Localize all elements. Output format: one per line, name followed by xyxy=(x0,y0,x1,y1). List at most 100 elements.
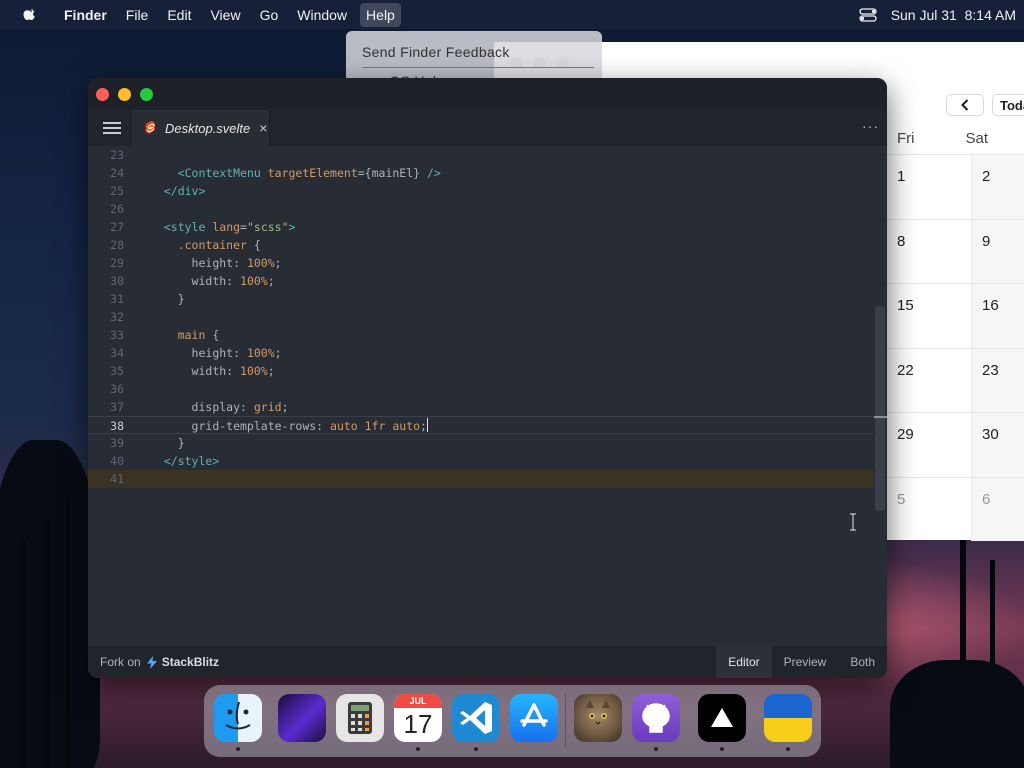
vscode-icon[interactable] xyxy=(452,694,500,742)
code-line[interactable]: 37 display: grid; xyxy=(88,398,874,416)
menu-bar-clock[interactable]: Sun Jul 31 8:14 AM xyxy=(891,7,1016,23)
code-line[interactable]: 32 xyxy=(88,308,874,326)
code-token: </div> xyxy=(163,184,206,198)
code-line[interactable]: 35 width: 100%; xyxy=(88,362,874,380)
code-token: .container xyxy=(177,238,247,252)
tab-close-icon[interactable]: × xyxy=(259,120,267,136)
running-indicator xyxy=(654,747,658,751)
code-token: : xyxy=(226,274,241,288)
calculator-icon[interactable] xyxy=(336,694,384,742)
calendar-app-month: JUL xyxy=(394,694,442,708)
calendar-day[interactable]: 1 xyxy=(887,155,972,219)
more-options-icon[interactable]: ··· xyxy=(862,118,879,134)
code-token: grid xyxy=(253,400,282,414)
stackblitz-link[interactable]: StackBlitz xyxy=(162,655,219,669)
zoom-button[interactable] xyxy=(140,88,153,101)
scrollbar-thumb[interactable] xyxy=(875,306,885,511)
calendar-app-day: 17 xyxy=(403,709,433,739)
code-line[interactable]: 27 <style lang="scss"> xyxy=(88,218,874,236)
line-number: 41 xyxy=(110,472,124,486)
tab-preview[interactable]: Preview xyxy=(772,646,839,678)
menu-window[interactable]: Window xyxy=(297,7,347,23)
calendar-day[interactable]: 29 xyxy=(887,413,972,477)
code-line[interactable]: 29 height: 100%; xyxy=(88,254,874,272)
window-controls xyxy=(96,88,153,101)
close-button[interactable] xyxy=(96,88,109,101)
code-line[interactable]: 33 main { xyxy=(88,326,874,344)
menu-help[interactable]: Help xyxy=(360,2,401,27)
code-editor[interactable]: 41 40 </style> 39 } 38 grid-template-rows: … xyxy=(88,146,887,646)
control-center-icon[interactable] xyxy=(859,7,877,22)
github-desktop-icon[interactable] xyxy=(632,694,680,742)
tab-desktop-svelte[interactable]: Desktop.svelte × xyxy=(132,110,270,146)
minimize-button[interactable] xyxy=(118,88,131,101)
launchpad-icon[interactable] xyxy=(278,694,326,742)
view-mode-tabs: Editor Preview Both xyxy=(716,646,887,678)
cat-photo-icon[interactable] xyxy=(574,694,622,742)
tab-editor[interactable]: Editor xyxy=(716,646,772,678)
code-line[interactable]: 23 xyxy=(88,146,874,164)
menu-edit[interactable]: Edit xyxy=(167,7,191,23)
menu-app-finder[interactable]: Finder xyxy=(64,7,107,23)
code-token: auto 1fr auto xyxy=(330,419,421,433)
svelte-icon xyxy=(145,121,156,134)
calendar-day[interactable]: 9 xyxy=(972,219,1024,283)
menu-separator xyxy=(362,67,594,68)
menu-view[interactable]: View xyxy=(210,7,240,23)
code-line[interactable]: 36 xyxy=(88,380,874,398)
ukraine-flag-icon[interactable] xyxy=(764,694,812,742)
calendar-prev-button[interactable] xyxy=(946,94,984,116)
calendar-day[interactable]: 8 xyxy=(887,219,972,283)
calendar-day[interactable]: 15 xyxy=(887,284,972,348)
calendar-day[interactable]: 2 xyxy=(972,155,1024,219)
text-caret xyxy=(426,418,428,432)
calendar-day[interactable]: 22 xyxy=(887,348,972,412)
app-store-icon[interactable] xyxy=(510,694,558,742)
menu-go[interactable]: Go xyxy=(260,7,279,23)
code-line[interactable]: 39 } xyxy=(88,434,874,452)
fork-label[interactable]: Fork on xyxy=(100,655,141,669)
calendar-today-button[interactable]: Toda xyxy=(992,94,1024,116)
menu-file[interactable]: File xyxy=(126,7,149,23)
wallpaper-trunk xyxy=(45,520,50,768)
code-line[interactable]: 28 .container { xyxy=(88,236,874,254)
calendar-app-icon[interactable]: JUL 17 xyxy=(394,694,442,742)
code-line[interactable]: 38 grid-template-rows: auto 1fr auto; xyxy=(88,416,874,434)
line-number: 24 xyxy=(110,166,124,180)
code-line[interactable]: 34 height: 100%; xyxy=(88,344,874,362)
vscode-logo-icon xyxy=(460,702,492,734)
lightning-bolt-icon xyxy=(146,655,157,669)
tab-both[interactable]: Both xyxy=(838,646,887,678)
code-token: ; xyxy=(281,400,289,414)
vercel-icon[interactable] xyxy=(698,694,746,742)
calendar-day[interactable]: 6 xyxy=(972,477,1024,541)
apple-icon[interactable] xyxy=(20,7,40,23)
calendar-day[interactable]: 5 xyxy=(887,477,972,541)
code-line[interactable]: 25 </div> xyxy=(88,182,874,200)
dock-separator xyxy=(565,693,566,747)
code-token: } xyxy=(150,436,185,450)
hamburger-menu-icon[interactable] xyxy=(103,121,121,135)
code-line[interactable]: 24 <ContextMenu targetElement={mainEl} /… xyxy=(88,164,874,182)
line-number: 27 xyxy=(110,220,124,234)
code-token: ; xyxy=(420,419,427,433)
menu-item-send-feedback[interactable]: Send Finder Feedback xyxy=(346,43,602,65)
line-number: 31 xyxy=(110,292,124,306)
code-line[interactable]: 26 xyxy=(88,200,874,218)
line-number: 35 xyxy=(110,364,124,378)
code-line[interactable]: 40 </style> xyxy=(88,452,874,470)
code-line[interactable]: 30 width: 100%; xyxy=(88,272,874,290)
calendar-day[interactable]: 30 xyxy=(972,413,1024,477)
calendar-day[interactable]: 23 xyxy=(972,348,1024,412)
code-line[interactable]: 41 xyxy=(88,470,874,488)
code-line[interactable]: 31 } xyxy=(88,290,874,308)
code-token: ; xyxy=(267,364,275,378)
finder-icon[interactable] xyxy=(214,694,262,742)
calendar-day[interactable]: 16 xyxy=(972,284,1024,348)
code-token: height xyxy=(191,256,234,270)
